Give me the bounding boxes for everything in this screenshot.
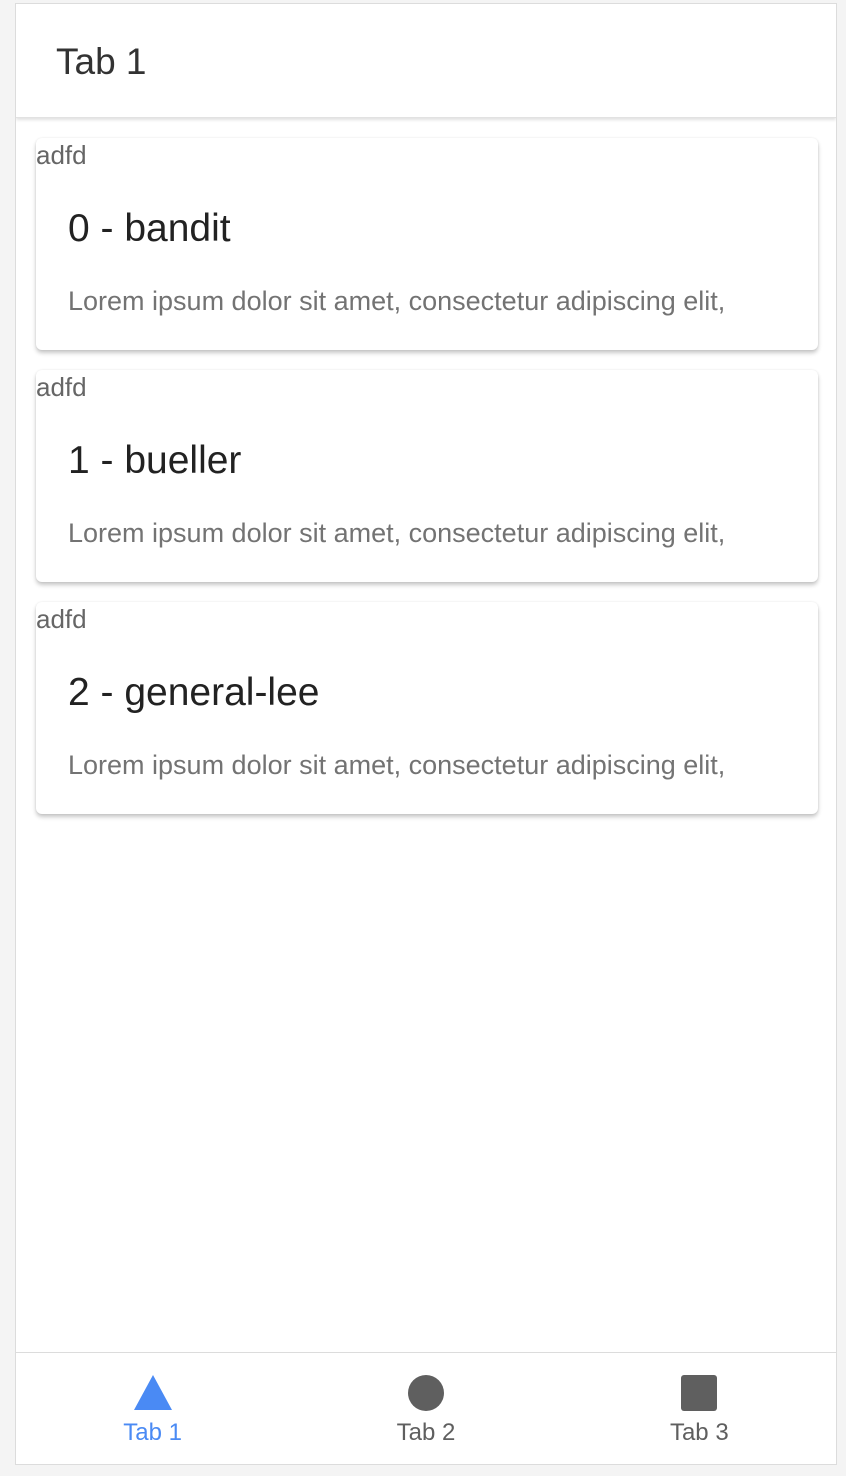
card-title: 0 - bandit — [68, 207, 231, 250]
card[interactable]: adfd 1 - bueller Lorem ipsum dolor sit a… — [36, 370, 818, 582]
card[interactable]: adfd 2 - general-lee Lorem ipsum dolor s… — [36, 602, 818, 814]
tab-3[interactable]: Tab 3 — [563, 1353, 836, 1464]
card-tag: adfd — [36, 372, 87, 402]
toolbar: Tab 1 — [16, 4, 836, 118]
card-title: 1 - bueller — [68, 439, 242, 482]
card-body: Lorem ipsum dolor sit amet, consectetur … — [68, 750, 726, 780]
tab-1[interactable]: Tab 1 — [16, 1353, 289, 1464]
triangle-icon — [133, 1375, 172, 1410]
square-icon — [681, 1375, 718, 1411]
tab-1-label: Tab 1 — [123, 1419, 183, 1446]
card-title: 2 - general-lee — [68, 671, 320, 714]
page-title: Tab 1 — [56, 41, 147, 82]
card-body: Lorem ipsum dolor sit amet, consectetur … — [68, 518, 726, 548]
card-body: Lorem ipsum dolor sit amet, consectetur … — [68, 286, 726, 316]
tab-3-label: Tab 3 — [669, 1419, 729, 1446]
app-frame: Tab 1 adfd 0 - bandit Lorem ipsum dolor … — [15, 3, 837, 1465]
tab-2[interactable]: Tab 2 — [289, 1353, 562, 1464]
card[interactable]: adfd 0 - bandit Lorem ipsum dolor sit am… — [36, 138, 818, 350]
card-list: adfd 0 - bandit Lorem ipsum dolor sit am… — [16, 118, 836, 1354]
tab-2-label: Tab 2 — [396, 1419, 456, 1446]
circle-icon — [407, 1375, 444, 1411]
card-tag: adfd — [36, 140, 87, 170]
tab-bar: Tab 1 Tab 2 Tab 3 — [16, 1352, 836, 1464]
card-tag: adfd — [36, 604, 87, 634]
